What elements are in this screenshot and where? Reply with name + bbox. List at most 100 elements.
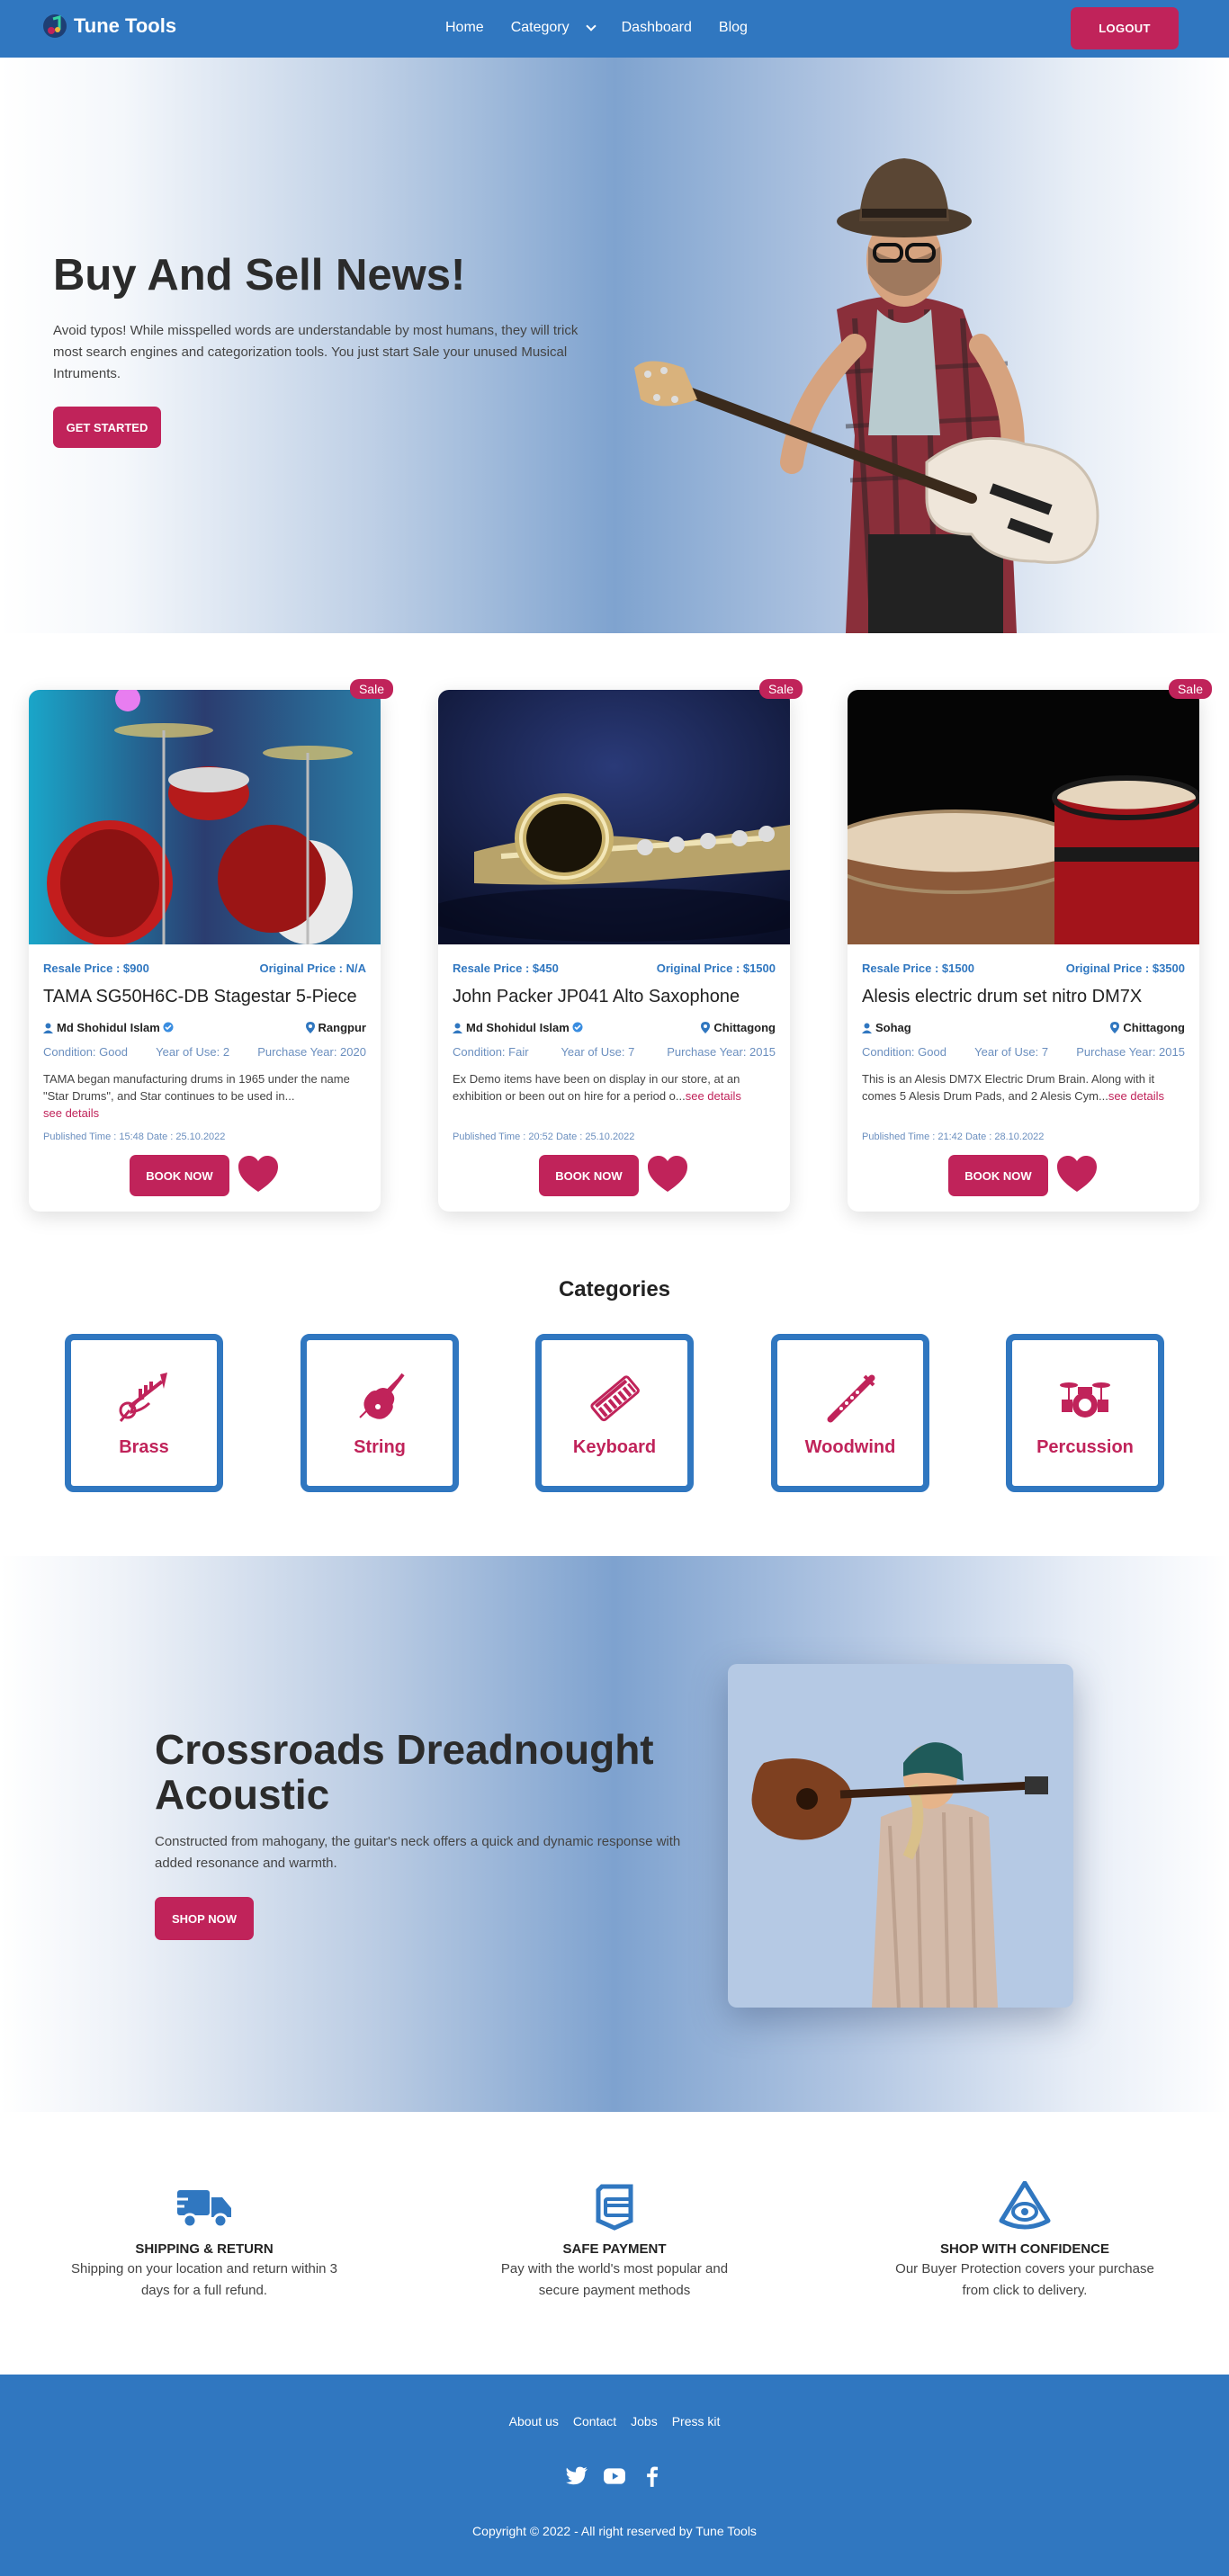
promo-title: Crossroads Dreadnought Acoustic (155, 1726, 654, 1818)
truck-icon (175, 2190, 231, 2229)
category-label: Percussion (1036, 1437, 1134, 1457)
category-woodwind[interactable]: Woodwind (771, 1334, 929, 1492)
sale-badge: Sale (758, 679, 803, 699)
violin-icon (359, 1373, 405, 1419)
purchase-year: Purchase Year: 2015 (1076, 1045, 1185, 1059)
seller-name: Md Shohidul Islam (57, 1021, 160, 1034)
product-description: This is an Alesis DM7X Electric Drum Bra… (862, 1070, 1185, 1105)
logout-button[interactable]: LOGOUT (1071, 7, 1179, 49)
heart-icon[interactable] (238, 1156, 278, 1194)
get-started-button[interactable]: GET STARTED (53, 407, 161, 448)
hero-section: Buy And Sell News! Avoid typos! While mi… (0, 58, 1229, 633)
location: Rangpur (305, 1021, 366, 1034)
nav-dashboard[interactable]: Dashboard (622, 20, 692, 36)
product-title[interactable]: TAMA SG50H6C-DB Stagestar 5-Piece (43, 987, 357, 1007)
seller-row: Md Shohidul Islam Chittagong (453, 1021, 776, 1034)
year-of-use: Year of Use: 7 (974, 1045, 1049, 1059)
shop-now-button[interactable]: SHOP NOW (155, 1897, 254, 1940)
original-price: Original Price : $1500 (656, 962, 776, 975)
user-icon (862, 1023, 872, 1033)
footer-link-about[interactable]: About us (509, 2414, 559, 2428)
nav-links: Home Category Dashboard Blog (445, 20, 748, 36)
guitarist-image (634, 158, 1099, 633)
verified-icon (163, 1022, 174, 1033)
location-pin-icon (701, 1022, 711, 1033)
footer-link-press[interactable]: Press kit (672, 2414, 721, 2428)
sale-badge: Sale (349, 679, 393, 699)
categories-title: Categories (558, 1277, 671, 1301)
seller-row: Md Shohidul Islam Rangpur (43, 1021, 366, 1034)
hero-text: Avoid typos! While misspelled words are … (53, 323, 579, 381)
seller-name: Sohag (875, 1021, 911, 1034)
book-now-button[interactable]: BOOK NOW (539, 1155, 639, 1196)
price-row: Resale Price : $1500 Original Price : $3… (862, 962, 1185, 975)
see-details-link[interactable]: see details (1108, 1089, 1164, 1103)
feature-title: SHOP WITH CONFIDENCE (939, 2241, 1110, 2257)
nav-category-label: Category (510, 20, 570, 35)
location: Chittagong (1110, 1021, 1185, 1034)
book-now-button[interactable]: BOOK NOW (948, 1155, 1048, 1196)
purchase-year: Purchase Year: 2015 (667, 1045, 776, 1059)
footer-link-contact[interactable]: Contact (573, 2414, 616, 2428)
see-details-link[interactable]: see details (686, 1089, 741, 1103)
year-of-use: Year of Use: 2 (156, 1045, 230, 1059)
product-title[interactable]: John Packer JP041 Alto Saxophone (453, 987, 740, 1007)
sale-badge: Sale (1168, 679, 1212, 699)
user-icon (43, 1023, 53, 1033)
seller: Md Shohidul Islam (453, 1021, 583, 1034)
category-brass[interactable]: Brass (65, 1334, 223, 1492)
card-icon (596, 2184, 633, 2231)
guitar-woman-image (728, 1664, 1073, 2008)
music-note-icon (43, 14, 67, 38)
feature-payment: SAFE PAYMENT Pay with the world's most p… (480, 2181, 749, 2302)
feature-title: SHIPPING & RETURN (135, 2241, 274, 2257)
resale-price: Resale Price : $900 (43, 962, 149, 975)
chevron-down-icon (585, 21, 597, 31)
footer: About us Contact Jobs Press kit Copyrigh… (0, 2375, 1229, 2576)
published-time: Published Time : 15:48 Date : 25.10.2022 (43, 1131, 226, 1142)
social-links (0, 2464, 1229, 2488)
facebook-icon[interactable] (641, 2464, 664, 2488)
feature-text: Pay with the world's most popular and se… (500, 2261, 729, 2298)
product-description: Ex Demo items have been on display in ou… (453, 1070, 776, 1105)
category-percussion[interactable]: Percussion (1006, 1334, 1164, 1492)
category-keyboard[interactable]: Keyboard (535, 1334, 694, 1492)
category-string[interactable]: String (301, 1334, 459, 1492)
year-of-use: Year of Use: 7 (561, 1045, 635, 1059)
heart-icon[interactable] (1057, 1156, 1097, 1194)
verified-icon (572, 1022, 583, 1033)
book-now-button[interactable]: BOOK NOW (130, 1155, 229, 1196)
price-row: Resale Price : $450 Original Price : $15… (453, 962, 776, 975)
user-icon (453, 1023, 462, 1033)
meta-row: Condition: Good Year of Use: 7 Purchase … (862, 1045, 1185, 1059)
nav-blog[interactable]: Blog (719, 20, 748, 36)
published-time: Published Time : 20:52 Date : 25.10.2022 (453, 1131, 635, 1142)
resale-price: Resale Price : $450 (453, 962, 559, 975)
brand-name: Tune Tools (74, 14, 177, 37)
promo-text: Constructed from mahogany, the guitar's … (155, 1834, 681, 1871)
twitter-icon[interactable] (565, 2464, 588, 2488)
youtube-icon[interactable] (603, 2464, 626, 2488)
feature-confidence: SHOP WITH CONFIDENCE Our Buyer Protectio… (890, 2180, 1160, 2302)
location-name: Rangpur (318, 1021, 366, 1034)
drum-kit-image (29, 690, 381, 944)
seller-name: Md Shohidul Islam (466, 1021, 570, 1034)
heart-icon[interactable] (648, 1156, 687, 1194)
product-title[interactable]: Alesis electric drum set nitro DM7X (862, 987, 1142, 1007)
feature-text: Shipping on your location and return wit… (70, 2261, 338, 2298)
purchase-year: Purchase Year: 2020 (257, 1045, 366, 1059)
brand-logo[interactable]: Tune Tools (41, 13, 176, 40)
footer-link-jobs[interactable]: Jobs (631, 2414, 658, 2428)
nav-category[interactable]: Category (510, 20, 597, 36)
feature-title: SAFE PAYMENT (562, 2241, 667, 2257)
published-time: Published Time : 21:42 Date : 28.10.2022 (862, 1131, 1045, 1142)
location-name: Chittagong (1123, 1021, 1185, 1034)
nav-home[interactable]: Home (445, 20, 484, 36)
product-card: Sale Resale Price : $900 Original Price … (29, 679, 393, 1212)
trumpet-icon (119, 1373, 167, 1422)
product-card: Sale Resale Price : $450 Original Price … (438, 679, 803, 1212)
seller-row: Sohag Chittagong (862, 1021, 1185, 1034)
see-details-link[interactable]: see details (43, 1106, 99, 1120)
seller: Md Shohidul Islam (43, 1021, 174, 1034)
category-label: Keyboard (572, 1437, 657, 1457)
